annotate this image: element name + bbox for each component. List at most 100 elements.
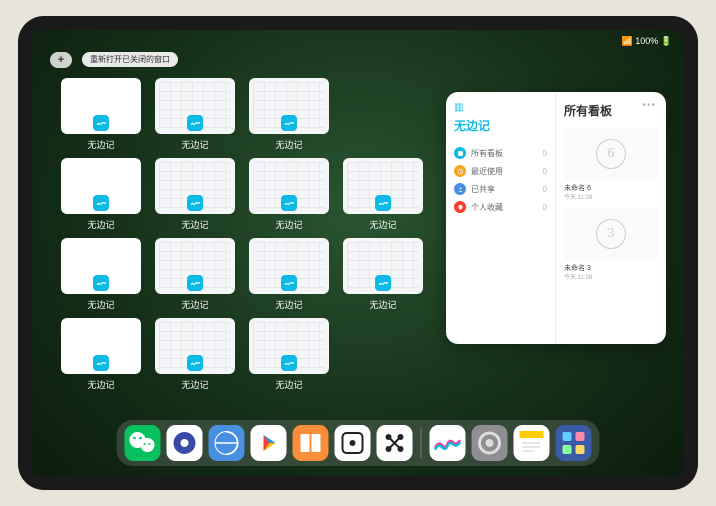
thumbnail-label: 无边记	[87, 298, 114, 311]
panel-left-title: 无边记	[454, 117, 547, 134]
window-thumbnail[interactable]: 无边记	[154, 78, 236, 154]
sidebar-item[interactable]: 已共享 0	[454, 180, 547, 198]
list-label: 已共享	[471, 184, 495, 195]
thumbnail-label: 无边记	[275, 378, 302, 391]
thumbnail-label: 无边记	[275, 138, 302, 151]
thumbnail-label: 无边记	[369, 298, 396, 311]
freeform-app-icon	[187, 275, 203, 291]
board-time: 今天 11:28	[564, 272, 592, 281]
list-count: 0	[543, 167, 547, 176]
sidebar-item[interactable]: 个人收藏 0	[454, 198, 547, 216]
thumbnail-label: 无边记	[275, 218, 302, 231]
dock-separator	[421, 428, 422, 458]
thumbnail-preview	[61, 78, 141, 134]
dock-appgrid-icon[interactable]	[556, 425, 592, 461]
freeform-app-icon	[375, 275, 391, 291]
sidebar-toggle-icon[interactable]: ▥	[454, 102, 547, 113]
thumbnail-preview	[249, 158, 329, 214]
window-thumbnail[interactable]: 无边记	[154, 318, 236, 394]
thumbnail-preview	[61, 318, 141, 374]
thumbnail-label: 无边记	[181, 298, 208, 311]
ipad-frame: 📶 100% 🔋 + 重新打开已关闭的窗口 无边记无边记无边记无边记无边记无边记…	[18, 16, 698, 490]
window-thumbnail[interactable]: 无边记	[60, 158, 142, 234]
window-thumbnail[interactable]: 无边记	[60, 318, 142, 394]
freeform-app-icon	[93, 275, 109, 291]
thumbnail-label: 无边记	[87, 218, 114, 231]
freeform-app-icon	[187, 195, 203, 211]
dock	[117, 420, 600, 466]
panel-sidebar: ▥ 无边记 所有看板 0 最近使用 0 已共享 0 个人收藏 0	[446, 92, 556, 344]
sidebar-item[interactable]: 所有看板 0	[454, 144, 547, 162]
reopen-closed-window-button[interactable]: 重新打开已关闭的窗口	[82, 52, 178, 67]
window-thumbnail[interactable]: 无边记	[248, 158, 330, 234]
freeform-app-icon	[281, 115, 297, 131]
window-grid: 无边记无边记无边记无边记无边记无边记无边记无边记无边记无边记无边记无边记无边记无…	[60, 78, 430, 394]
thumbnail-label: 无边记	[87, 378, 114, 391]
freeform-app-icon	[187, 355, 203, 371]
board-time: 今天 11:29	[564, 192, 592, 201]
list-count: 0	[543, 149, 547, 158]
window-thumbnail[interactable]: 无边记	[342, 238, 424, 314]
window-thumbnail[interactable]: 无边记	[248, 318, 330, 394]
thumbnail-label: 无边记	[87, 138, 114, 151]
thumbnail-preview	[249, 238, 329, 294]
thumbnail-preview	[155, 318, 235, 374]
window-thumbnail[interactable]: 无边记	[248, 78, 330, 154]
thumbnail-label: 无边记	[275, 298, 302, 311]
window-thumbnail[interactable]: 无边记	[154, 238, 236, 314]
list-count: 0	[543, 203, 547, 212]
list-icon	[454, 183, 466, 195]
thumbnail-preview	[343, 238, 423, 294]
dock-books-icon[interactable]	[293, 425, 329, 461]
freeform-panel[interactable]: ••• ▥ 无边记 所有看板 0 最近使用 0 已共享 0 个人收藏 0 所有看板 6未命名 …	[446, 92, 666, 344]
window-thumbnail[interactable]: 无边记	[60, 78, 142, 154]
sidebar-item[interactable]: 最近使用 0	[454, 162, 547, 180]
list-icon	[454, 147, 466, 159]
status-indicators: 📶 100% 🔋	[622, 36, 672, 47]
thumbnail-label: 无边记	[181, 218, 208, 231]
freeform-app-icon	[93, 195, 109, 211]
thumbnail-preview	[249, 78, 329, 134]
thumbnail-preview	[155, 238, 235, 294]
freeform-app-icon	[281, 275, 297, 291]
thumbnail-preview	[155, 158, 235, 214]
more-icon[interactable]: •••	[642, 100, 656, 111]
dock-freeform-icon[interactable]	[430, 425, 466, 461]
board-thumbnail[interactable]: 3未命名 3今天 11:28	[564, 207, 658, 261]
thumbnail-preview	[155, 78, 235, 134]
thumbnail-preview	[343, 158, 423, 214]
thumbnail-preview	[61, 238, 141, 294]
list-label: 所有看板	[471, 148, 503, 159]
freeform-app-icon	[281, 355, 297, 371]
dock-play-icon[interactable]	[251, 425, 287, 461]
screen: 📶 100% 🔋 + 重新打开已关闭的窗口 无边记无边记无边记无边记无边记无边记…	[32, 30, 684, 476]
window-thumbnail[interactable]: 无边记	[60, 238, 142, 314]
dock-settings-icon[interactable]	[472, 425, 508, 461]
list-count: 0	[543, 185, 547, 194]
window-thumbnail[interactable]: 无边记	[154, 158, 236, 234]
freeform-app-icon	[93, 355, 109, 371]
dock-dice-icon[interactable]	[335, 425, 371, 461]
window-thumbnail[interactable]: 无边记	[342, 158, 424, 234]
board-sketch: 6	[596, 139, 626, 169]
dock-notes-icon[interactable]	[514, 425, 550, 461]
board-thumbnail[interactable]: 6未命名 6今天 11:29	[564, 127, 658, 181]
thumbnail-label: 无边记	[369, 218, 396, 231]
dock-browser-icon[interactable]	[209, 425, 245, 461]
thumbnail-preview	[249, 318, 329, 374]
dock-wechat-icon[interactable]	[125, 425, 161, 461]
dock-quark-icon[interactable]	[167, 425, 203, 461]
list-label: 个人收藏	[471, 202, 503, 213]
add-button[interactable]: +	[50, 52, 72, 68]
freeform-app-icon	[281, 195, 297, 211]
thumbnail-label: 无边记	[181, 138, 208, 151]
freeform-app-icon	[375, 195, 391, 211]
window-thumbnail[interactable]: 无边记	[248, 238, 330, 314]
list-label: 最近使用	[471, 166, 503, 177]
dock-barcode-icon[interactable]	[377, 425, 413, 461]
thumbnail-label: 无边记	[181, 378, 208, 391]
thumbnail-preview	[61, 158, 141, 214]
panel-content: 所有看板 6未命名 6今天 11:293未命名 3今天 11:28	[556, 92, 666, 344]
board-sketch: 3	[596, 219, 626, 249]
list-icon	[454, 165, 466, 177]
